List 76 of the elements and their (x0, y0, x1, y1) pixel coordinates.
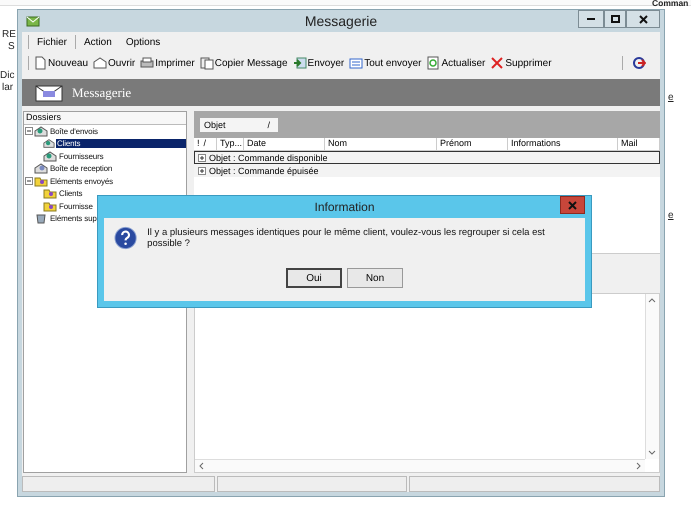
document-icon (33, 56, 47, 70)
trash-icon (34, 213, 48, 224)
send-icon (292, 56, 307, 70)
refresh-icon (426, 56, 440, 70)
mail-tray-icon (43, 150, 57, 162)
maximize-button[interactable] (604, 10, 626, 28)
dialog-button[interactable]: Oui (286, 268, 342, 288)
toolbar-button[interactable]: Supprimer (489, 56, 553, 70)
folder-item[interactable]: Clients (56, 139, 186, 148)
background-text: Comman (652, 0, 688, 8)
horizontal-scrollbar[interactable] (195, 459, 645, 472)
expand-toggle[interactable] (198, 154, 206, 162)
close-icon (638, 14, 648, 24)
folder-item[interactable]: Eléments envoyés (49, 176, 114, 186)
copy-icon (200, 56, 214, 70)
folder-item[interactable]: Boîte de reception (49, 164, 114, 174)
toolbar-button[interactable]: Actualiser (425, 56, 486, 70)
group-by-chip[interactable]: Objet / (200, 118, 278, 132)
menu-item[interactable]: Action (78, 34, 118, 50)
question-icon (114, 226, 138, 250)
maximize-icon (610, 15, 620, 23)
menu-item[interactable]: Options (120, 34, 166, 50)
toolbar-button[interactable]: Nouveau (32, 56, 90, 70)
toolbar-button[interactable]: Ouvrir (92, 56, 136, 70)
toolbar-button[interactable]: Copier Message (198, 56, 289, 70)
group-label: Objet : Commande épuisée (209, 166, 319, 176)
group-row[interactable]: Objet : Commande épuisée (194, 164, 660, 177)
folder-item[interactable]: Boîte d'envois (49, 126, 99, 136)
background-text: lar (2, 82, 14, 93)
folder-item[interactable]: Clients (58, 189, 84, 198)
folder-item[interactable]: Fournisseurs (58, 152, 104, 161)
toolbar-button[interactable]: Tout envoyer (348, 56, 422, 70)
toolbar-button[interactable]: Envoyer (292, 56, 346, 70)
menu-item[interactable]: Fichier (31, 34, 74, 50)
mail-tray-icon (34, 163, 48, 174)
group-row[interactable]: Objet : Commande disponible (194, 151, 660, 164)
section-title: Messagerie (72, 84, 132, 100)
tree-header: Dossiers (24, 112, 186, 125)
folder-icon (43, 200, 57, 212)
background-text: Dic (0, 70, 14, 81)
background-text: RE (2, 29, 16, 40)
close-button[interactable] (626, 10, 660, 28)
send-all-icon (349, 56, 364, 70)
background-link[interactable]: e (668, 92, 674, 103)
collapse-toggle[interactable] (25, 127, 33, 136)
printer-icon (140, 56, 154, 70)
dialog-button[interactable]: Non (347, 268, 403, 288)
column-header[interactable]: Mail (618, 138, 660, 150)
app-icon (26, 14, 40, 28)
column-header[interactable]: Prénom (437, 138, 508, 150)
folder-item[interactable]: Fournisse (58, 202, 94, 211)
mail-tray-icon (43, 138, 55, 150)
minimize-button[interactable] (578, 10, 604, 28)
column-header[interactable]: ! / (194, 138, 217, 150)
mail-tray-icon (34, 126, 48, 137)
background-text: S (8, 41, 15, 52)
vertical-scrollbar[interactable] (645, 294, 659, 459)
dialog-message: Il y a plusieurs messages identiques pour le même client, voulez-vous les regrouper si cela est possible ? (147, 227, 546, 249)
dialog-title: Information (313, 200, 376, 214)
delete-icon (490, 56, 504, 70)
folder-icon (43, 188, 57, 200)
minimize-icon (587, 18, 595, 20)
column-header[interactable]: Date (244, 138, 325, 150)
column-header[interactable]: Typ... (217, 138, 244, 150)
folder-icon (34, 176, 48, 187)
group-label: Objet : Commande disponible (209, 152, 328, 162)
exit-icon[interactable] (632, 56, 646, 70)
column-header[interactable]: Nom (325, 138, 437, 150)
expand-toggle[interactable] (198, 166, 206, 174)
window-title: Messagerie (304, 13, 378, 29)
background-link[interactable]: e (668, 210, 674, 221)
folder-item[interactable]: Eléments sup (49, 214, 98, 224)
collapse-toggle[interactable] (25, 177, 33, 186)
toolbar-button[interactable]: Imprimer (139, 56, 196, 70)
close-icon (568, 200, 577, 210)
column-header[interactable]: Informations (508, 138, 618, 150)
